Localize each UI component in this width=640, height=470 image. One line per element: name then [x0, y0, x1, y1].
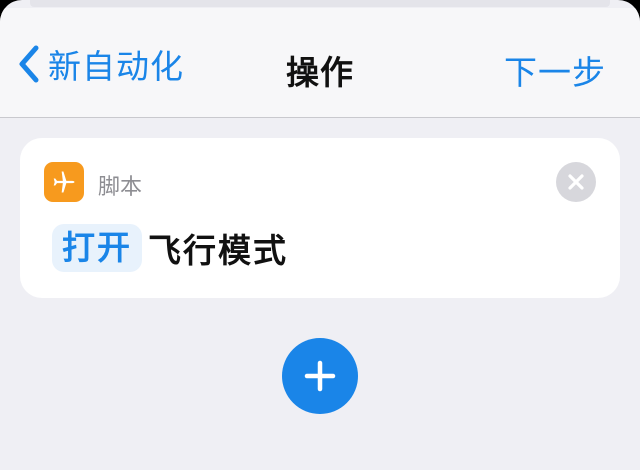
add-action-button[interactable] [282, 338, 358, 414]
plus-icon [304, 360, 336, 392]
action-category-label: 脚本 [98, 175, 143, 200]
navigation-bar: 新自动化 操作 下一步 [0, 8, 640, 118]
action-card: 脚本 打开 飞行模式 [20, 138, 620, 298]
remove-action-button[interactable] [556, 162, 596, 202]
close-icon [568, 174, 584, 190]
stacked-sheet-edge [30, 0, 610, 7]
back-button[interactable]: 新自动化 [16, 42, 184, 86]
airplane-icon [44, 162, 84, 202]
chevron-left-icon [19, 45, 39, 83]
automation-sheet: 新自动化 操作 下一步 脚本 打开 飞行模式 [0, 0, 640, 470]
back-button-label: 新自动化 [48, 47, 184, 86]
action-verb-parameter[interactable]: 打开 [52, 224, 142, 272]
action-sentence: 打开 飞行模式 [52, 224, 288, 272]
action-target-label: 飞行模式 [148, 231, 288, 270]
next-button[interactable]: 下一步 [504, 46, 606, 94]
